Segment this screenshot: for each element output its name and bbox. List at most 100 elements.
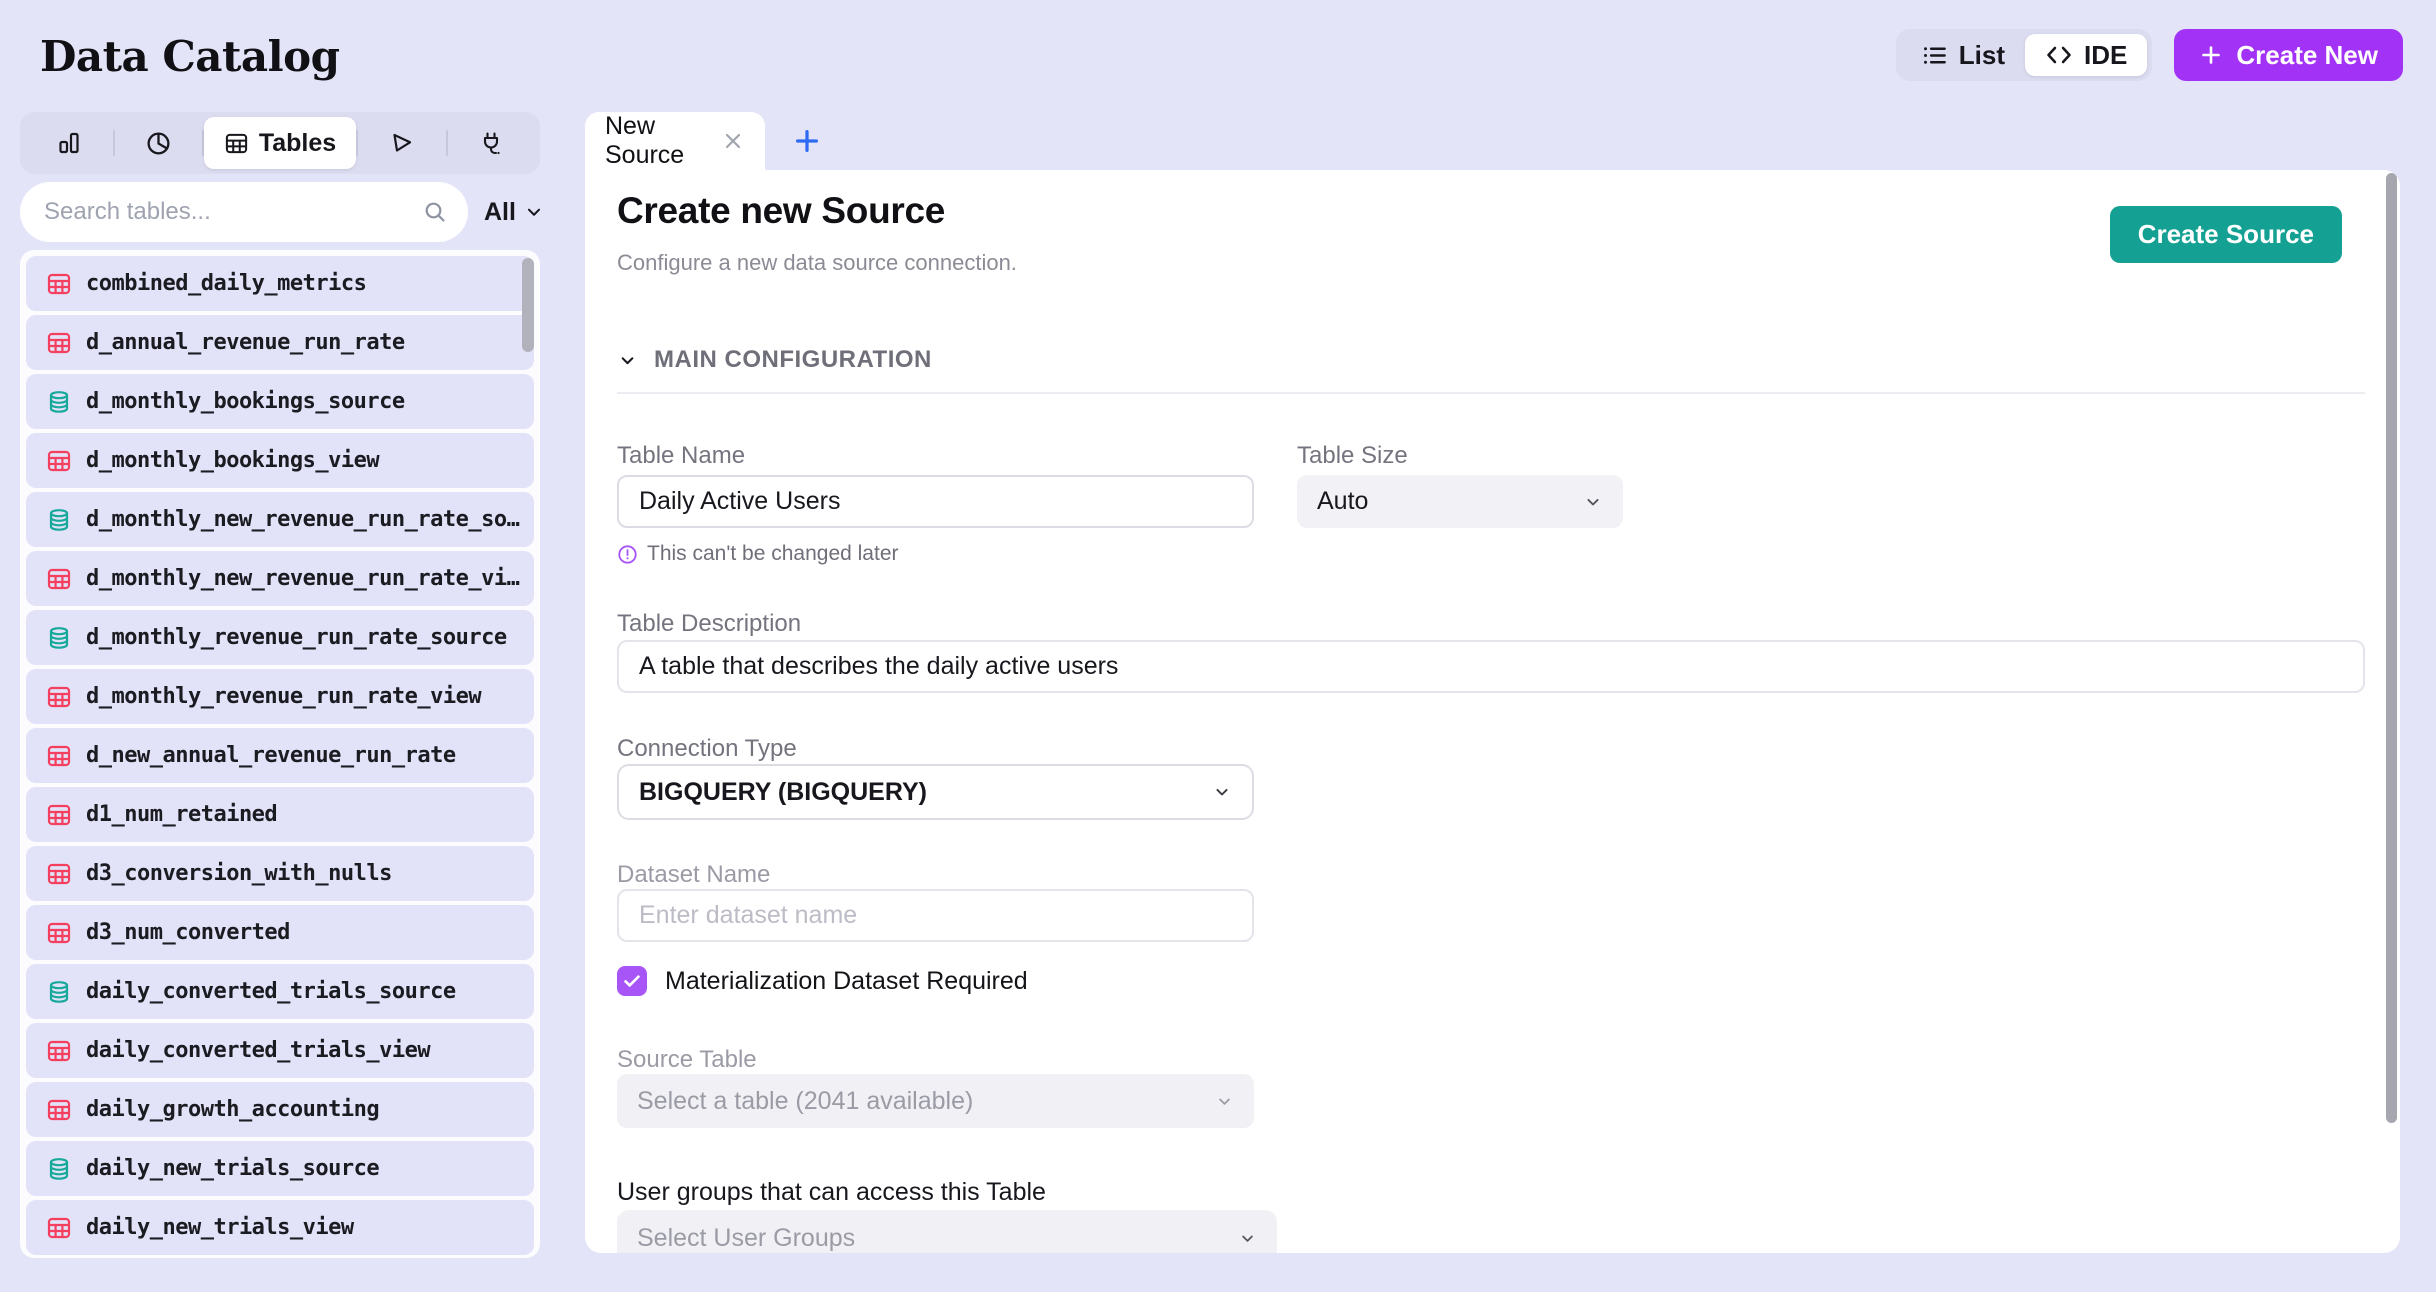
view-toggle-list-label: List	[1959, 40, 2005, 71]
table-item-label: d3_num_converted	[86, 920, 524, 945]
create-new-label: Create New	[2236, 40, 2378, 71]
section-main-configuration[interactable]: MAIN CONFIGURATION	[617, 346, 932, 374]
table-list-item[interactable]: daily_growth_accounting	[26, 1082, 534, 1137]
table-list-panel: combined_daily_metrics d_annual_revenue_…	[20, 250, 540, 1258]
table-icon	[46, 802, 72, 828]
bar-chart-icon	[56, 130, 82, 156]
user-groups-select[interactable]: Select User Groups	[617, 1210, 1277, 1253]
table-description-input[interactable]	[617, 640, 2365, 693]
table-list-item[interactable]: d_monthly_bookings_view	[26, 433, 534, 488]
table-list-item[interactable]: combined_daily_metrics	[26, 256, 534, 311]
source-table-select[interactable]: Select a table (2041 available)	[617, 1074, 1254, 1128]
table-size-select[interactable]: Auto	[1297, 475, 1623, 528]
table-item-label: combined_daily_metrics	[86, 271, 524, 296]
view-toggle-ide[interactable]: IDE	[2025, 34, 2147, 76]
table-icon	[46, 1215, 72, 1241]
dataset-name-label: Dataset Name	[617, 861, 770, 889]
materialization-row[interactable]: Materialization Dataset Required	[617, 966, 1028, 996]
table-icon	[46, 743, 72, 769]
table-icon	[46, 861, 72, 887]
create-source-button[interactable]: Create Source	[2110, 206, 2342, 263]
sidebar-tab-tables[interactable]: Tables	[204, 117, 356, 169]
materialization-checkbox[interactable]	[617, 966, 647, 996]
source-table-label: Source Table	[617, 1046, 757, 1074]
chevron-down-icon	[1583, 492, 1603, 512]
table-item-label: d1_num_retained	[86, 802, 524, 827]
table-grid-icon	[224, 131, 249, 156]
table-item-label: daily_converted_trials_view	[86, 1038, 524, 1063]
table-list-item[interactable]: d_monthly_new_revenue_run_rate_so…	[26, 492, 534, 547]
chevron-down-icon	[1212, 782, 1232, 802]
table-list-item[interactable]: d_monthly_new_revenue_run_rate_vi…	[26, 551, 534, 606]
dataset-name-input[interactable]	[617, 889, 1254, 942]
search-input[interactable]	[44, 198, 422, 226]
table-name-helper: This can't be changed later	[617, 542, 899, 566]
table-item-label: daily_new_trials_source	[86, 1156, 524, 1181]
table-name-input[interactable]	[617, 475, 1254, 528]
table-list-item[interactable]: d3_conversion_with_nulls	[26, 846, 534, 901]
chevron-down-icon	[1215, 1092, 1234, 1111]
filter-all-dropdown[interactable]: All	[484, 198, 545, 227]
table-icon	[46, 1038, 72, 1064]
header-controls: List IDE Create New	[1896, 29, 2403, 81]
materialization-label: Materialization Dataset Required	[665, 967, 1028, 996]
sidebar-tab-tables-label: Tables	[259, 129, 336, 158]
create-source-label: Create Source	[2138, 219, 2314, 250]
table-icon	[46, 330, 72, 356]
check-icon	[621, 970, 643, 992]
main-panel: Create new Source Configure a new data s…	[585, 170, 2400, 1253]
table-list-item[interactable]: daily_converted_trials_view	[26, 1023, 534, 1078]
table-size-value: Auto	[1317, 487, 1583, 516]
page-title: Data Catalog	[40, 32, 339, 81]
chevron-down-icon	[1238, 1229, 1257, 1248]
connection-type-select[interactable]: BIGQUERY (BIGQUERY)	[617, 764, 1254, 820]
table-size-label: Table Size	[1297, 442, 1408, 470]
section-divider	[617, 392, 2365, 394]
table-list-item[interactable]: d3_num_converted	[26, 905, 534, 960]
table-item-label: d_monthly_revenue_run_rate_view	[86, 684, 524, 709]
page-subheading: Configure a new data source connection.	[617, 250, 1017, 276]
table-item-label: d_annual_revenue_run_rate	[86, 330, 524, 355]
tab-new-source-label: New Source	[605, 112, 707, 170]
table-item-label: d3_conversion_with_nulls	[86, 861, 524, 886]
database-icon	[46, 1156, 72, 1182]
pie-chart-icon	[145, 130, 172, 157]
table-list-item[interactable]: d1_num_retained	[26, 787, 534, 842]
close-icon[interactable]	[721, 129, 745, 153]
create-new-button[interactable]: Create New	[2174, 29, 2403, 81]
search-input-wrap	[20, 182, 468, 242]
table-list-item[interactable]: d_monthly_revenue_run_rate_source	[26, 610, 534, 665]
table-item-label: daily_growth_accounting	[86, 1097, 524, 1122]
table-list-item[interactable]: d_annual_revenue_run_rate	[26, 315, 534, 370]
table-list: combined_daily_metrics d_annual_revenue_…	[26, 256, 534, 1255]
sidebar-tabbar: Tables	[20, 112, 540, 174]
sidebar-scrollbar-thumb[interactable]	[522, 258, 534, 352]
chevron-down-icon	[617, 350, 638, 371]
view-toggle-ide-label: IDE	[2084, 40, 2127, 71]
plus-icon	[2199, 43, 2223, 67]
table-list-item[interactable]: d_monthly_bookings_source	[26, 374, 534, 429]
tab-new-source[interactable]: New Source	[585, 112, 765, 170]
table-item-label: daily_new_trials_view	[86, 1215, 524, 1240]
table-list-item[interactable]: daily_new_trials_view	[26, 1200, 534, 1255]
search-icon	[422, 199, 448, 225]
table-list-item[interactable]: d_monthly_revenue_run_rate_view	[26, 669, 534, 724]
table-icon	[46, 684, 72, 710]
sidebar-tab-charts[interactable]	[25, 117, 113, 169]
table-list-item[interactable]: daily_converted_trials_source	[26, 964, 534, 1019]
view-toggle-list[interactable]: List	[1901, 34, 2025, 76]
table-list-item[interactable]: daily_new_trials_source	[26, 1141, 534, 1196]
table-list-item[interactable]: d_new_annual_revenue_run_rate	[26, 728, 534, 783]
app-root: { "app": { "title": "Data Catalog" }, "h…	[0, 0, 2436, 1292]
new-tab-plus-button[interactable]	[792, 126, 822, 156]
sidebar-tab-cursor[interactable]	[358, 117, 446, 169]
database-icon	[46, 979, 72, 1005]
main-scrollbar-thumb[interactable]	[2386, 173, 2397, 1123]
sidebar-tab-metrics[interactable]	[115, 117, 203, 169]
table-name-helper-text: This can't be changed later	[647, 542, 899, 566]
pointer-icon	[389, 130, 415, 156]
sidebar-tab-connections[interactable]	[448, 117, 536, 169]
table-icon	[46, 1097, 72, 1123]
chevron-down-icon	[523, 201, 545, 223]
database-icon	[46, 625, 72, 651]
